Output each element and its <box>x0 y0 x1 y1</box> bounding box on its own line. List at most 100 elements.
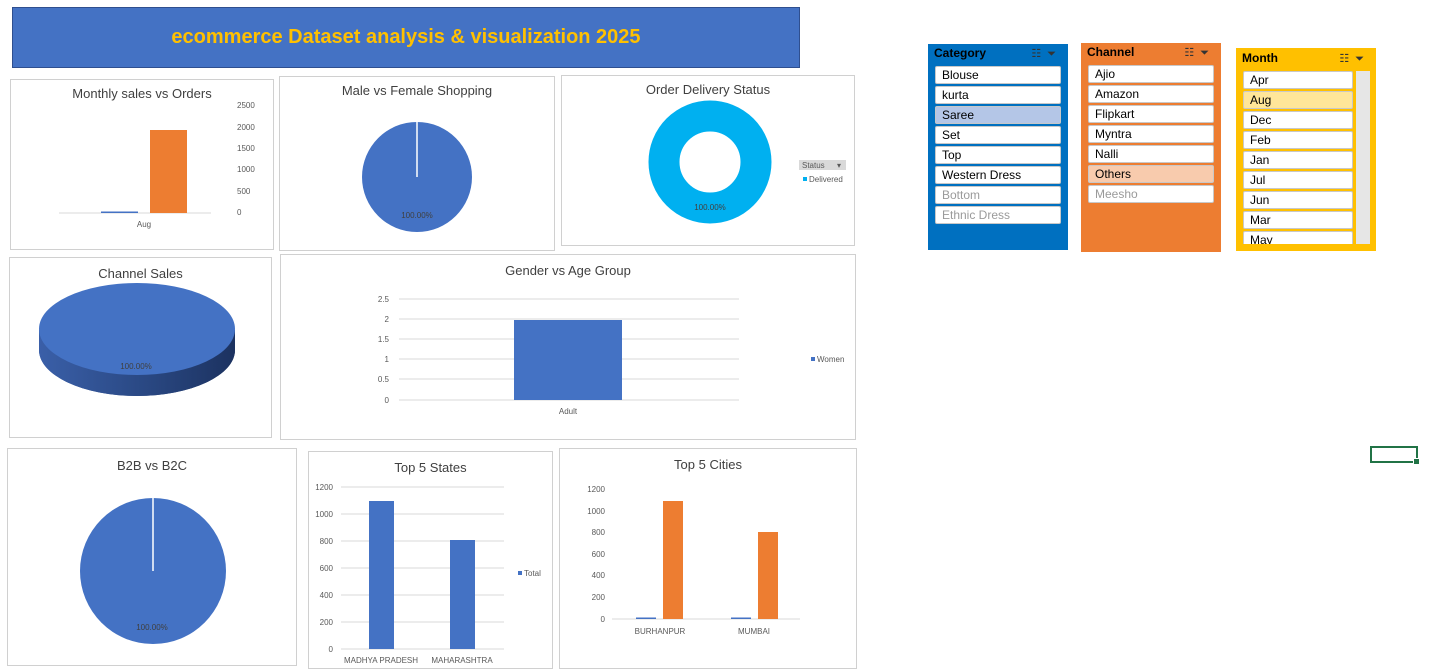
slicer-item-dec[interactable]: Dec <box>1243 111 1353 129</box>
y-tick: 1200 <box>587 485 605 494</box>
x-tick: MUMBAI <box>738 627 770 636</box>
x-tick: BURHANPUR <box>635 627 686 636</box>
dashboard-title-banner: ecommerce Dataset analysis & visualizati… <box>12 7 800 68</box>
y-tick: 0 <box>329 645 334 654</box>
slicer-item-kurta[interactable]: kurta <box>935 86 1061 104</box>
y-tick: 500 <box>237 187 251 196</box>
slicer-item-western-dress[interactable]: Western Dress <box>935 166 1061 184</box>
bar-burhanpur-small <box>636 617 656 619</box>
monthly-sales-chart[interactable]: Monthly sales vs Orders Aug 2500 2000 15… <box>10 79 274 250</box>
y-tick: 600 <box>592 550 606 559</box>
legend-label: Women <box>817 355 844 364</box>
slicer-item-meesho[interactable]: Meesho <box>1088 185 1214 203</box>
slicer-item-jan[interactable]: Jan <box>1243 151 1353 169</box>
slicer-item-apr[interactable]: Apr <box>1243 71 1353 89</box>
month-slicer-list[interactable]: Apr Aug Dec Feb Jan Jul Jun Mar May <box>1243 71 1353 244</box>
slicer-item-mar[interactable]: Mar <box>1243 211 1353 229</box>
slicer-title: Month <box>1242 51 1278 65</box>
slicer-item-myntra[interactable]: Myntra <box>1088 125 1214 143</box>
y-tick: 600 <box>320 564 334 573</box>
y-tick: 0 <box>385 396 390 405</box>
gender-age-plot: 2.5 2 1.5 1 0.5 0 Adult Women <box>378 295 845 416</box>
channel-sales-chart[interactable]: Channel Sales 100.00% <box>9 257 272 438</box>
slicer-item-nalli[interactable]: Nalli <box>1088 145 1214 163</box>
b2b-b2c-chart[interactable]: B2B vs B2C 100.00% <box>7 448 297 666</box>
x-tick: MADHYA PRADESH <box>344 656 418 665</box>
slicer-item-jul[interactable]: Jul <box>1243 171 1353 189</box>
category-slicer[interactable]: Category ☷⏷ Blouse kurta Saree Set Top W… <box>928 44 1068 250</box>
bar-sales <box>150 130 187 213</box>
x-tick: Aug <box>137 220 151 229</box>
y-tick: 1.5 <box>378 335 390 344</box>
top-states-chart[interactable]: Top 5 States 1200 1000 800 600 400 200 0… <box>308 451 553 669</box>
slicer-icons: ☷⏷ <box>1184 46 1215 60</box>
slicer-item-ethnic-dress[interactable]: Ethnic Dress <box>935 206 1061 224</box>
legend-label: Delivered <box>809 175 843 184</box>
y-tick: 200 <box>592 593 606 602</box>
delivery-donut-plot: 100.00% Status ▾ Delivered <box>648 100 846 224</box>
dashboard-title: ecommerce Dataset analysis & visualizati… <box>171 26 641 48</box>
y-tick: 1 <box>385 355 390 364</box>
x-tick: Adult <box>559 407 578 416</box>
slicer-item-feb[interactable]: Feb <box>1243 131 1353 149</box>
y-tick: 0.5 <box>378 375 390 384</box>
slicer-item-ajio[interactable]: Ajio <box>1088 65 1214 83</box>
slicer-title: Category <box>934 46 987 60</box>
y-tick: 2000 <box>237 123 255 132</box>
y-tick: 1000 <box>587 507 605 516</box>
pie-label: 100.00% <box>136 623 168 632</box>
bar-orders <box>101 211 138 213</box>
clear-filter-icon[interactable]: ⏷ <box>1200 47 1215 59</box>
month-slicer-scrollbar[interactable] <box>1356 71 1370 244</box>
y-tick: 2 <box>385 315 390 324</box>
y-tick: 0 <box>601 615 606 624</box>
bar-madhya-pradesh <box>369 501 394 649</box>
y-tick: 1000 <box>315 510 333 519</box>
active-cell-selection[interactable] <box>1370 446 1420 465</box>
bar-mumbai-small <box>731 617 751 619</box>
legend-swatch <box>811 357 815 361</box>
gender-pie-chart[interactable]: Male vs Female Shopping 100.00% <box>279 76 555 251</box>
pie-label: 100.00% <box>120 362 152 371</box>
multi-select-icon[interactable]: ☷ <box>1339 53 1355 65</box>
slicer-title: Channel <box>1087 45 1135 59</box>
slicer-item-amazon[interactable]: Amazon <box>1088 85 1214 103</box>
top-cities-plot: 1200 1000 800 600 400 200 0 BURHANPUR MU… <box>587 485 800 636</box>
slicer-item-bottom[interactable]: Bottom <box>935 186 1061 204</box>
x-tick: MAHARASHTRA <box>431 656 493 665</box>
monthly-sales-plot: Aug 2500 2000 1500 1000 500 0 <box>59 101 255 229</box>
top-cities-chart[interactable]: Top 5 Cities 1200 1000 800 600 400 200 0… <box>559 448 857 669</box>
slicer-item-others[interactable]: Others <box>1088 165 1214 183</box>
multi-select-icon[interactable]: ☷ <box>1031 48 1047 60</box>
y-tick: 1200 <box>315 483 333 492</box>
slicer-item-jun[interactable]: Jun <box>1243 191 1353 209</box>
b2b-pie-plot: 100.00% <box>80 498 226 644</box>
multi-select-icon[interactable]: ☷ <box>1184 47 1200 59</box>
y-tick: 2.5 <box>378 295 390 304</box>
legend-swatch <box>518 571 522 575</box>
y-tick: 1500 <box>237 144 255 153</box>
slicer-item-saree[interactable]: Saree <box>935 106 1061 124</box>
y-tick: 400 <box>592 571 606 580</box>
channel-slicer[interactable]: Channel ☷⏷ Ajio Amazon Flipkart Myntra N… <box>1081 43 1221 252</box>
slicer-item-may[interactable]: May <box>1243 231 1353 244</box>
y-tick: 200 <box>320 618 334 627</box>
channel-sales-plot: 100.00% <box>39 283 235 396</box>
slicer-item-flipkart[interactable]: Flipkart <box>1088 105 1214 123</box>
legend-label: Total <box>524 569 541 578</box>
delivery-status-chart[interactable]: Order Delivery Status 100.00% Status ▾ D… <box>561 75 855 246</box>
slicer-item-top[interactable]: Top <box>935 146 1061 164</box>
bar-mumbai <box>758 532 778 619</box>
y-tick: 2500 <box>237 101 255 110</box>
slicer-item-set[interactable]: Set <box>935 126 1061 144</box>
gender-age-chart[interactable]: Gender vs Age Group 2.5 2 1.5 1 0.5 0 Ad… <box>280 254 856 440</box>
gender-pie-plot: 100.00% <box>362 122 472 232</box>
slicer-item-aug[interactable]: Aug <box>1243 91 1353 109</box>
y-tick: 1000 <box>237 165 255 174</box>
y-tick: 400 <box>320 591 334 600</box>
month-slicer[interactable]: Month ☷⏷ Apr Aug Dec Feb Jan Jul Jun Mar… <box>1236 48 1376 251</box>
slicer-item-blouse[interactable]: Blouse <box>935 66 1061 84</box>
clear-filter-icon[interactable]: ⏷ <box>1355 53 1370 65</box>
y-tick: 800 <box>592 528 606 537</box>
clear-filter-icon[interactable]: ⏷ <box>1047 48 1062 60</box>
